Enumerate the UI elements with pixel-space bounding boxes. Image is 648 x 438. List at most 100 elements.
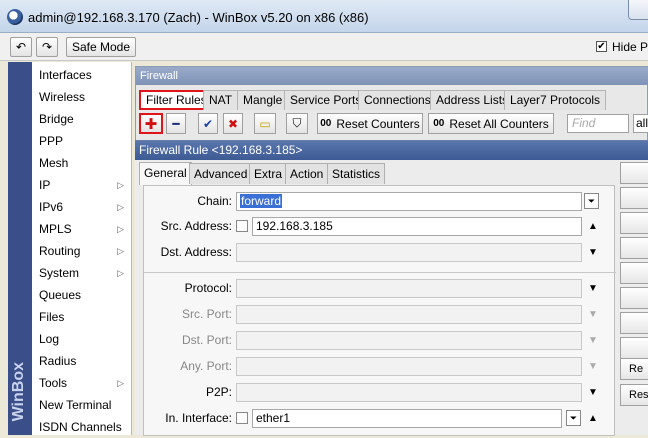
- dst-address-row: Dst. Address: ▼: [144, 242, 616, 264]
- p2p-field[interactable]: [236, 383, 582, 402]
- tab-mangle[interactable]: Mangle: [237, 90, 289, 110]
- protocol-label: Protocol:: [184, 281, 232, 295]
- sidebar-item-mpls[interactable]: MPLS ▷: [32, 218, 132, 240]
- sidebar-item-interfaces[interactable]: Interfaces: [32, 64, 132, 86]
- sidebar-item-label: Interfaces: [39, 68, 92, 82]
- sidebar-item-new-terminal[interactable]: New Terminal: [32, 394, 132, 416]
- sidebar-item-mesh[interactable]: Mesh: [32, 152, 132, 174]
- tab-general[interactable]: General: [139, 162, 192, 185]
- chain-label: Chain:: [197, 194, 232, 208]
- tab-action[interactable]: Action: [285, 163, 329, 184]
- in-interface-dropdown-button[interactable]: ⏷: [566, 410, 581, 426]
- window-control-button[interactable]: [628, 0, 648, 20]
- undo-icon: ↶: [15, 40, 27, 54]
- sidebar-menu: Interfaces Wireless Bridge PPP Mesh IP ▷ IPv6 ▷ M…: [32, 62, 132, 435]
- tab-connections[interactable]: Connections: [358, 90, 437, 110]
- add-rule-button[interactable]: ✚: [139, 113, 163, 134]
- tab-advanced[interactable]: Advanced: [189, 163, 253, 184]
- tab-statistics[interactable]: Statistics: [327, 163, 386, 184]
- src-address-field[interactable]: 192.168.3.185: [252, 217, 582, 236]
- dialog-side-button[interactable]: [620, 262, 648, 284]
- chain-dropdown-button[interactable]: ⏷: [584, 193, 599, 209]
- undo-button[interactable]: ↶: [10, 37, 32, 57]
- dialog-side-button[interactable]: [620, 237, 648, 259]
- dialog-side-button[interactable]: [620, 162, 648, 184]
- filter-button[interactable]: ⛉: [286, 113, 308, 134]
- sidebar-item-ip[interactable]: IP ▷: [32, 174, 132, 196]
- dst-address-field[interactable]: [236, 243, 582, 262]
- combo-arrow-icon: ⏷: [587, 196, 596, 206]
- submenu-arrow-icon: ▷: [117, 224, 124, 234]
- filter-funnel-icon: ⛉: [292, 116, 302, 130]
- sidebar-item-system[interactable]: System ▷: [32, 262, 132, 284]
- chain-filter-select[interactable]: all: [633, 114, 648, 133]
- disable-rule-button[interactable]: ✖: [223, 113, 243, 134]
- dialog-side-button[interactable]: [620, 337, 648, 359]
- chain-field[interactable]: forward: [236, 192, 582, 211]
- dialog-side-button[interactable]: Re: [620, 358, 648, 380]
- tab-layer7-protocols[interactable]: Layer7 Protocols: [504, 90, 607, 110]
- main-toolbar: ↶ ↷ Safe Mode ✔ Hide Pa: [0, 33, 648, 61]
- hide-passwords-checkbox[interactable]: ✔: [596, 41, 607, 52]
- src-port-row: Src. Port: ▼: [144, 304, 616, 326]
- sidebar-item-ppp[interactable]: PPP: [32, 130, 132, 152]
- sidebar-item-bridge[interactable]: Bridge: [32, 108, 132, 130]
- sidebar-item-queues[interactable]: Queues: [32, 284, 132, 306]
- src-port-label: Src. Port:: [181, 307, 232, 321]
- comment-button[interactable]: ▭: [254, 113, 276, 134]
- collapse-up-icon[interactable]: ▲: [586, 412, 600, 426]
- dialog-side-button[interactable]: [620, 287, 648, 309]
- dst-port-row: Dst. Port: ▼: [144, 330, 616, 352]
- tab-address-lists[interactable]: Address Lists: [430, 90, 515, 110]
- in-interface-negate-checkbox[interactable]: [236, 412, 248, 424]
- chain-row: Chain: forward ⏷: [144, 191, 616, 213]
- dst-port-label: Dst. Port:: [181, 333, 232, 347]
- reset-counters-button[interactable]: 00 Reset Counters: [317, 113, 423, 134]
- protocol-field[interactable]: [236, 279, 582, 298]
- sidebar-item-tools[interactable]: Tools ▷: [32, 372, 132, 394]
- title-bar: admin@192.168.3.170 (Zach) - WinBox v5.2…: [0, 0, 648, 33]
- combo-arrow-icon: ⏷: [569, 413, 578, 423]
- counter-icon: 00: [433, 118, 445, 129]
- enable-rule-button[interactable]: ✔: [198, 113, 218, 134]
- sidebar-item-wireless[interactable]: Wireless: [32, 86, 132, 108]
- redo-button[interactable]: ↷: [36, 37, 58, 57]
- sidebar-item-ipv6[interactable]: IPv6 ▷: [32, 196, 132, 218]
- reset-all-counters-button[interactable]: 00 Reset All Counters: [428, 113, 554, 134]
- sidebar-item-label: Bridge: [39, 112, 74, 126]
- dialog-side-button[interactable]: [620, 312, 648, 334]
- sidebar-item-log[interactable]: Log: [32, 328, 132, 350]
- dialog-side-button[interactable]: Rese: [620, 384, 648, 406]
- expand-down-icon[interactable]: ▼: [586, 282, 600, 296]
- submenu-arrow-icon: ▷: [117, 378, 124, 388]
- tab-service-ports[interactable]: Service Ports: [284, 90, 368, 110]
- tab-nat[interactable]: NAT: [203, 90, 239, 110]
- expand-down-icon[interactable]: ▼: [586, 386, 600, 400]
- firewall-action-bar: ✚ ━ ✔ ✖ ▭ ⛉ 00 Reset Counters 00 Reset A…: [136, 111, 648, 137]
- sidebar-item-files[interactable]: Files: [32, 306, 132, 328]
- find-input[interactable]: Find: [567, 114, 629, 133]
- p2p-row: P2P: ▼: [144, 382, 616, 404]
- in-interface-field[interactable]: ether1: [252, 409, 562, 428]
- comment-note-icon: ▭: [259, 116, 271, 131]
- hide-passwords-label: Hide Pa: [612, 40, 648, 54]
- collapse-up-icon[interactable]: ▲: [586, 220, 600, 234]
- tab-extra[interactable]: Extra: [249, 163, 288, 184]
- dst-address-label: Dst. Address:: [160, 245, 232, 259]
- remove-rule-button[interactable]: ━: [166, 113, 186, 134]
- expand-down-icon[interactable]: ▼: [586, 246, 600, 260]
- sidebar-item-routing[interactable]: Routing ▷: [32, 240, 132, 262]
- src-port-field: [236, 305, 582, 324]
- check-icon: ✔: [202, 116, 214, 131]
- rule-dialog-title: Firewall Rule <192.168.3.185>: [135, 141, 648, 160]
- src-address-negate-checkbox[interactable]: [236, 220, 248, 232]
- dialog-side-button[interactable]: [620, 212, 648, 234]
- any-port-label: Any. Port:: [180, 359, 232, 373]
- sidebar-item-radius[interactable]: Radius: [32, 350, 132, 372]
- reset-all-counters-label: Reset All Counters: [449, 116, 549, 131]
- dialog-side-button[interactable]: [620, 187, 648, 209]
- sidebar-item-label: Log: [39, 332, 60, 346]
- any-port-row: Any. Port: ▼: [144, 356, 616, 378]
- safe-mode-button[interactable]: Safe Mode: [66, 37, 136, 57]
- sidebar-item-label: Wireless: [39, 90, 86, 104]
